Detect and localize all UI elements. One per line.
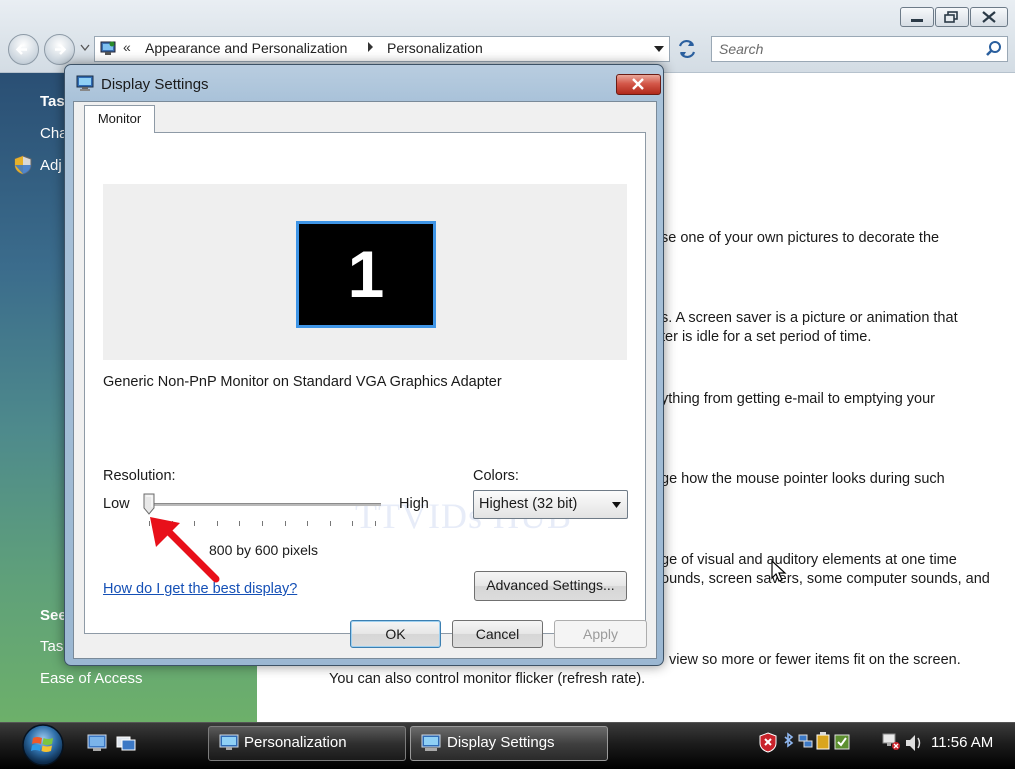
address-dropdown-icon[interactable] <box>654 46 664 52</box>
address-bar[interactable]: « Appearance and Personalization Persona… <box>94 36 670 62</box>
mouse-cursor-icon <box>771 560 787 582</box>
sounds-description: ything from getting e-mail to emptying y… <box>661 391 936 407</box>
sidebar-item-taskbar[interactable]: Tas <box>40 638 63 655</box>
resolution-slider-thumb[interactable] <box>143 493 155 515</box>
back-arrow-icon <box>15 44 27 55</box>
dialog-close-button[interactable] <box>616 74 661 95</box>
annotation-arrow-icon <box>150 517 220 583</box>
ok-button[interactable]: OK <box>350 620 441 648</box>
taskbar-item-label: Personalization <box>244 734 347 751</box>
monitor-arrangement-area: 1 <box>103 184 627 360</box>
recent-pages-dropdown-icon[interactable] <box>80 44 90 52</box>
restore-button[interactable] <box>935 7 969 27</box>
control-panel-icon <box>100 41 116 55</box>
search-placeholder: Search <box>719 41 764 57</box>
theme-description: ge of visual and auditory elements at on… <box>661 552 957 568</box>
display-settings-icon <box>76 75 94 91</box>
monitor-1-tile[interactable]: 1 <box>296 221 436 328</box>
sidebar-item-ease-of-access[interactable]: Ease of Access <box>40 670 143 687</box>
taskbar-item-personalization[interactable]: Personalization <box>208 726 406 761</box>
restore-icon <box>944 11 958 23</box>
slider-tick <box>262 521 263 526</box>
update-check-icon <box>834 734 850 750</box>
mouse-pointers-description: ge how the mouse pointer looks during su… <box>661 471 945 487</box>
system-clock[interactable]: 11:56 AM <box>931 734 993 751</box>
start-button[interactable] <box>18 723 68 769</box>
forward-arrow-icon <box>55 44 67 55</box>
bluetooth-icon <box>784 732 794 748</box>
refresh-icon[interactable] <box>676 38 698 60</box>
see-also-heading: See <box>40 607 67 624</box>
minimize-button[interactable] <box>900 7 934 27</box>
slider-tick <box>375 521 376 526</box>
slider-tick <box>352 521 354 526</box>
tasks-heading: Tas <box>40 93 65 110</box>
network-icon <box>798 734 813 748</box>
breadcrumb-overflow[interactable]: « <box>123 39 131 55</box>
switch-windows-icon[interactable] <box>116 734 136 752</box>
taskbar-item-display-settings[interactable]: Display Settings <box>410 726 608 761</box>
forward-button[interactable] <box>44 34 75 65</box>
advanced-settings-button[interactable]: Advanced Settings... <box>474 571 627 601</box>
resolution-slider-track[interactable] <box>145 503 381 506</box>
personalization-icon <box>219 734 239 750</box>
breadcrumb-appearance[interactable]: Appearance and Personalization <box>145 40 347 56</box>
back-button[interactable] <box>8 34 39 65</box>
search-input[interactable]: Search <box>711 36 1008 62</box>
close-icon <box>982 11 996 23</box>
breadcrumb-personalization[interactable]: Personalization <box>387 40 483 56</box>
slider-tick <box>329 521 331 526</box>
sidebar-item-adjust[interactable]: Adj <box>40 157 62 174</box>
desktop-background-description: se one of your own pictures to decorate … <box>661 230 940 246</box>
explorer-title-bar: « Appearance and Personalization Persona… <box>0 0 1015 73</box>
slider-tick <box>284 521 286 526</box>
close-window-button[interactable] <box>970 7 1008 27</box>
apply-button[interactable]: Apply <box>554 620 647 648</box>
security-alert-icon <box>759 732 777 753</box>
network-disconnected-icon <box>882 733 900 750</box>
display-settings-icon <box>421 734 441 751</box>
slider-tick <box>239 521 241 526</box>
close-icon <box>632 78 644 90</box>
colors-selected-value: Highest (32 bit) <box>479 496 578 512</box>
resolution-label: Resolution: <box>103 468 176 484</box>
colors-select[interactable]: Highest (32 bit) <box>473 490 628 519</box>
chevron-down-icon <box>612 502 621 508</box>
screen-saver-description: s. A screen saver is a picture or animat… <box>661 310 958 326</box>
colors-label: Colors: <box>473 468 519 484</box>
breadcrumb-separator-icon[interactable] <box>367 41 375 53</box>
cancel-button[interactable]: Cancel <box>452 620 543 648</box>
tab-monitor[interactable]: Monitor <box>84 105 155 133</box>
slider-tick <box>307 521 309 526</box>
show-desktop-icon[interactable] <box>87 734 107 752</box>
taskbar-item-label: Display Settings <box>447 734 555 751</box>
minimize-icon <box>911 19 923 22</box>
theme-description-2: ounds, screen savers, some computer soun… <box>661 571 990 587</box>
screen-saver-description-2: ter is idle for a set period of time. <box>661 329 872 345</box>
volume-icon <box>906 735 921 751</box>
system-tray <box>759 732 921 753</box>
display-settings-description-2: You can also control monitor flicker (re… <box>329 671 646 687</box>
display-settings-description: view so more or fewer items fit on the s… <box>669 652 961 668</box>
resolution-low-label: Low <box>103 496 130 512</box>
taskbar: Personalization Display Settings 11:56 A… <box>0 722 1015 769</box>
resolution-high-label: High <box>399 496 429 512</box>
search-icon[interactable] <box>985 40 1003 58</box>
monitor-adapter-label: Generic Non-PnP Monitor on Standard VGA … <box>103 374 502 390</box>
monitor-number: 1 <box>347 237 385 311</box>
power-icon <box>816 732 830 750</box>
uac-shield-icon <box>14 155 32 175</box>
dialog-title: Display Settings <box>101 76 209 93</box>
